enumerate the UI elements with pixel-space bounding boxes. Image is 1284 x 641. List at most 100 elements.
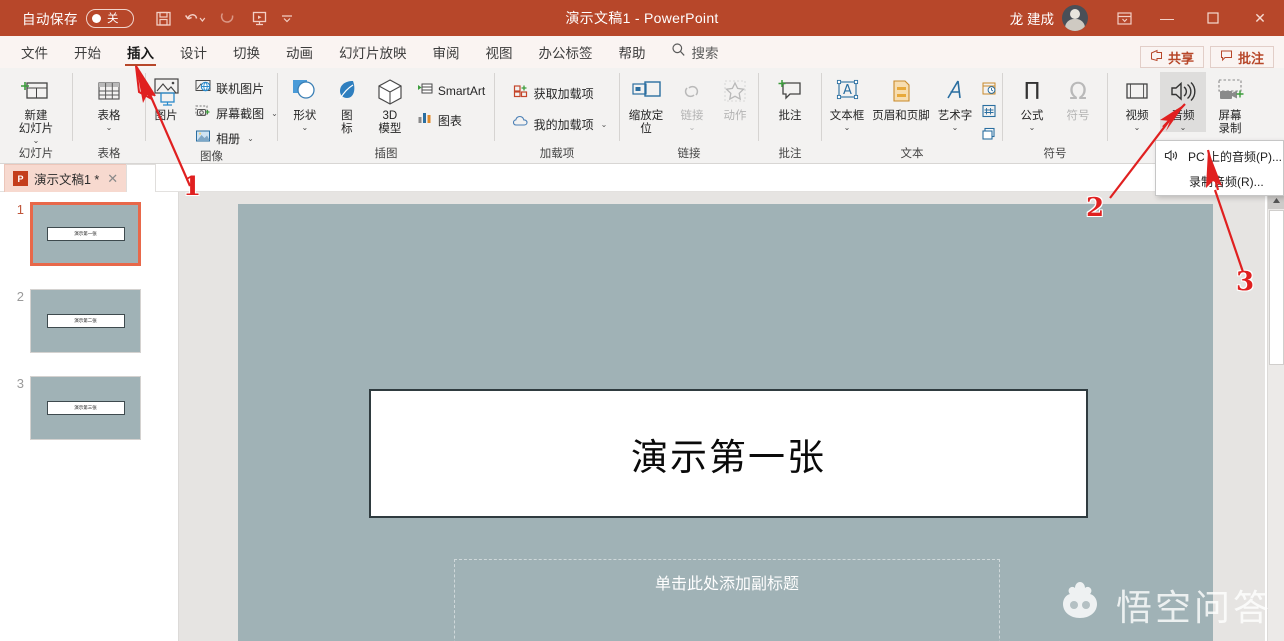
autosave-toggle[interactable]: 自动保存 关: [22, 8, 134, 28]
screen-recording-icon: [1214, 75, 1246, 109]
equation-caret-icon[interactable]: ⌄: [1029, 123, 1036, 132]
online-picture-button[interactable]: 联机图片: [191, 77, 282, 99]
video-button[interactable]: 视频 ⌄: [1114, 72, 1160, 132]
get-addins-button[interactable]: 获取加载项: [509, 82, 612, 104]
symbol-label: 符号: [1066, 110, 1090, 122]
close-button[interactable]: ✕: [1236, 0, 1284, 36]
document-tab-close-icon[interactable]: ✕: [107, 171, 118, 187]
current-slide[interactable]: 演示第一张 单击此处添加副标题: [238, 204, 1213, 641]
autosave-switch[interactable]: 关: [86, 8, 134, 28]
new-slide-button[interactable]: 新建 幻灯片 ⌄: [8, 72, 64, 145]
action-button: 动作: [714, 72, 756, 123]
user-name-label[interactable]: 龙 建成: [1010, 8, 1054, 28]
record-audio-menu-item[interactable]: 录制音频(R)...: [1156, 169, 1283, 194]
tab-home[interactable]: 开始: [61, 36, 114, 68]
link-icon: [677, 75, 707, 109]
new-document-tab-button[interactable]: [126, 164, 156, 192]
new-slide-caret-icon[interactable]: ⌄: [33, 136, 40, 145]
canvas-vertical-scrollbar[interactable]: [1267, 192, 1284, 641]
document-tab[interactable]: P 演示文稿1 * ✕: [4, 164, 128, 192]
tab-view[interactable]: 视图: [473, 36, 526, 68]
zoom-link-button[interactable]: 缩放定 位: [622, 72, 670, 136]
picture-label: 图片: [154, 110, 178, 122]
slide-number-icon[interactable]: [978, 100, 1000, 121]
date-time-icon[interactable]: [978, 77, 1000, 98]
3d-model-button[interactable]: 3D 模型: [367, 72, 413, 136]
slide-thumb-title-box-2: 演示第二张: [46, 314, 125, 328]
audio-button[interactable]: 音频 ⌄: [1160, 72, 1206, 132]
slide-thumb-canvas-3[interactable]: 演示第三张: [30, 376, 141, 440]
ribbon-display-options-icon[interactable]: [1104, 0, 1144, 36]
save-icon[interactable]: [148, 4, 178, 32]
object-icon[interactable]: [978, 123, 1000, 144]
screenshot-button[interactable]: 屏幕截图 ⌄: [191, 102, 282, 124]
header-footer-button[interactable]: 页眉和页脚: [870, 72, 932, 123]
tab-file[interactable]: 文件: [8, 36, 61, 68]
text-box-caret-icon[interactable]: ⌄: [844, 123, 851, 132]
photo-album-caret-icon[interactable]: ⌄: [247, 134, 254, 143]
tab-review[interactable]: 审阅: [420, 36, 473, 68]
tab-insert[interactable]: 插入: [114, 36, 167, 68]
wordart-button[interactable]: 艺术字 ⌄: [932, 72, 978, 132]
photo-album-button[interactable]: 相册 ⌄: [191, 127, 282, 149]
share-button[interactable]: 共享: [1139, 46, 1204, 68]
slide-title-placeholder[interactable]: 演示第一张: [369, 389, 1088, 518]
annotation-number-1: 1: [183, 172, 202, 202]
my-addins-button[interactable]: 我的加载项 ⌄: [509, 113, 612, 135]
screen-recording-button[interactable]: 屏幕 录制: [1206, 72, 1254, 136]
undo-icon[interactable]: [180, 4, 210, 32]
redo-icon[interactable]: [212, 4, 242, 32]
pc-audio-menu-item[interactable]: PC 上的音频(P)...: [1156, 144, 1283, 169]
search-icon: [671, 42, 686, 62]
screenshot-caret-icon[interactable]: ⌄: [271, 109, 278, 118]
search-input[interactable]: 搜索: [671, 36, 719, 68]
equation-button[interactable]: Π 公式 ⌄: [1009, 72, 1055, 132]
ribbon-group-links: 缩放定 位 链接 ⌄ 动作 链接: [620, 68, 758, 163]
slide-thumbnail-2[interactable]: 2 演示第二张: [0, 289, 141, 353]
slide-thumb-canvas-2[interactable]: 演示第二张: [30, 289, 141, 353]
new-comment-button[interactable]: 批注: [762, 72, 818, 123]
avatar[interactable]: [1062, 5, 1088, 31]
slide-thumbnail-1[interactable]: 1 演示第一张: [0, 202, 141, 266]
equation-icon: Π: [1017, 75, 1047, 109]
audio-caret-icon[interactable]: ⌄: [1180, 123, 1187, 132]
header-footer-label: 页眉和页脚: [872, 110, 930, 122]
wordart-caret-icon[interactable]: ⌄: [952, 123, 959, 132]
table-caret-icon[interactable]: ⌄: [106, 123, 113, 132]
title-bar: 自动保存 关 演示文稿1 - PowerPoint 龙 建成 — ✕: [0, 0, 1284, 36]
my-addins-caret-icon[interactable]: ⌄: [601, 120, 608, 129]
icons-button[interactable]: 图 标: [327, 72, 367, 136]
tab-animations[interactable]: 动画: [273, 36, 326, 68]
tab-office-tab[interactable]: 办公标签: [526, 36, 606, 68]
photo-album-icon: [195, 128, 211, 149]
text-micro-commands: [978, 72, 1000, 144]
start-slideshow-icon[interactable]: [244, 4, 274, 32]
chart-button[interactable]: 图表: [413, 109, 489, 131]
slide-thumbnail-3[interactable]: 3 演示第三张: [0, 376, 141, 440]
smartart-button[interactable]: SmartArt: [413, 80, 489, 102]
shapes-button[interactable]: 形状 ⌄: [283, 72, 327, 132]
shapes-caret-icon[interactable]: ⌄: [301, 123, 308, 132]
text-box-button[interactable]: A 文本框 ⌄: [824, 72, 870, 132]
slide-editing-canvas[interactable]: 演示第一张 单击此处添加副标题: [179, 192, 1265, 641]
new-comment-label: 批注: [778, 110, 802, 122]
ribbon-group-tables-label: 表格: [97, 148, 121, 160]
tab-design[interactable]: 设计: [167, 36, 220, 68]
table-button[interactable]: 表格 ⌄: [81, 72, 137, 132]
scrollbar-thumb[interactable]: [1269, 210, 1284, 365]
comment-button[interactable]: 批注: [1209, 46, 1274, 68]
slide-thumb-canvas-1[interactable]: 演示第一张: [30, 202, 141, 266]
tab-help[interactable]: 帮助: [606, 36, 659, 68]
slide-subtitle-placeholder[interactable]: 单击此处添加副标题: [454, 559, 1000, 641]
tab-slideshow[interactable]: 幻灯片放映: [326, 36, 420, 68]
record-audio-menu-label: 录制音频(R)...: [1189, 175, 1264, 189]
ribbon-group-illustrations-label: 插图: [374, 148, 398, 160]
picture-button[interactable]: 图片: [141, 72, 191, 123]
customize-qat-icon[interactable]: [276, 4, 298, 32]
tab-transitions[interactable]: 切换: [220, 36, 273, 68]
symbol-button: Ω 符号: [1055, 72, 1101, 123]
maximize-button[interactable]: [1190, 0, 1236, 36]
video-caret-icon[interactable]: ⌄: [1134, 123, 1141, 132]
minimize-button[interactable]: —: [1144, 0, 1190, 36]
slide-thumb-title-1: 演示第一张: [74, 231, 97, 236]
